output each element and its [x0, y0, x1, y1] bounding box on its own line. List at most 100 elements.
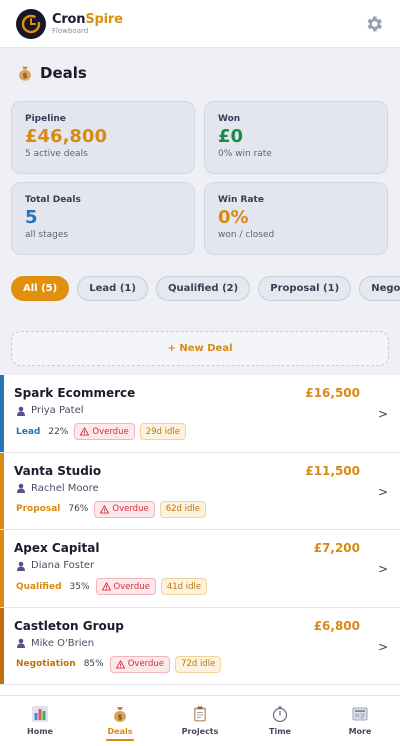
- nav-home[interactable]: Home: [0, 696, 80, 746]
- filter-chip-all[interactable]: All (5): [11, 276, 70, 301]
- nav-projects[interactable]: Projects: [160, 696, 240, 746]
- stage-color-bar: [0, 530, 4, 607]
- stat-label: Win Rate: [218, 195, 264, 205]
- clipboard-icon: [194, 706, 206, 722]
- stat-card-pipeline: Pipeline £46,800 5 active deals: [11, 101, 195, 174]
- stat-card-won: Won £0 0% win rate: [204, 101, 388, 174]
- deal-row[interactable]: Vanta Studio £11,500 Rachel Moore Propos…: [0, 452, 400, 530]
- chevron-right-icon[interactable]: >: [378, 407, 388, 421]
- filter-chip-proposal[interactable]: Proposal (1): [258, 276, 352, 301]
- app-logo[interactable]: [16, 8, 46, 39]
- filter-chip-lead[interactable]: Lead (1): [77, 276, 148, 301]
- new-deal-button[interactable]: + New Deal: [11, 331, 389, 366]
- filter-chip-negotiation[interactable]: Negotiation (1): [359, 276, 400, 301]
- deal-name: Spark Ecommerce: [14, 386, 136, 400]
- stat-label: Won: [218, 114, 241, 124]
- deal-row[interactable]: Apex Capital £7,200 Diana Foster Qualifi…: [0, 530, 400, 608]
- idle-badge: 29d idle: [139, 423, 186, 440]
- deal-stage: Proposal: [16, 504, 61, 514]
- deal-amount: £16,500: [305, 386, 360, 400]
- deal-meta: Negotiation 85% Overdue 72d idle: [16, 655, 226, 673]
- deal-name: Vanta Studio: [14, 463, 102, 478]
- person-icon: [17, 406, 25, 416]
- deal-meta: Lead 22% Overdue 29d idle: [16, 423, 191, 440]
- warning-icon: [115, 659, 125, 669]
- bottom-nav: Home $ Deals Projects Time More: [0, 695, 400, 746]
- deal-meta: Qualified 35% Overdue 41d idle: [16, 578, 212, 595]
- money-bag-icon: $: [19, 66, 31, 81]
- stage-color-bar: [0, 452, 4, 529]
- deal-list: Spark Ecommerce £16,500 Priya Patel Lead…: [0, 375, 400, 695]
- bar-chart-icon: [32, 706, 48, 722]
- nav-time[interactable]: Time: [240, 696, 320, 746]
- svg-text:$: $: [22, 71, 27, 80]
- stopwatch-icon: [272, 706, 288, 723]
- stage-color-bar: [0, 607, 4, 684]
- owner-name: Priya Patel: [31, 405, 84, 416]
- nav-label: More: [348, 727, 372, 736]
- deal-owner: Diana Foster: [16, 560, 94, 571]
- owner-name: Mike O'Brien: [31, 637, 95, 649]
- stat-value: £46,800: [25, 126, 107, 147]
- deal-name: Apex Capital: [14, 541, 100, 555]
- chevron-right-icon[interactable]: >: [378, 562, 388, 576]
- deal-probability: 85%: [83, 659, 104, 669]
- owner-name: Rachel Moore: [31, 482, 99, 494]
- stat-sub: won / closed: [218, 230, 275, 240]
- nav-label: Deals: [107, 727, 133, 736]
- stat-label: Total Deals: [25, 195, 81, 205]
- chevron-right-icon[interactable]: >: [378, 640, 388, 654]
- stage-filter-bar: All (5) Lead (1) Qualified (2) Proposal …: [11, 276, 400, 302]
- app-subtitle: Flowboard: [52, 26, 89, 35]
- overdue-badge: Overdue: [94, 500, 155, 518]
- chevron-right-icon[interactable]: >: [378, 485, 388, 499]
- deal-stage: Negotiation: [16, 659, 76, 669]
- deal-owner: Rachel Moore: [16, 483, 99, 494]
- stat-sub: all stages: [25, 230, 69, 240]
- deal-amount: £7,200: [313, 541, 360, 555]
- warning-icon: [100, 504, 110, 514]
- deal-name: Castleton Group: [14, 618, 124, 633]
- overdue-badge: Overdue: [109, 655, 171, 673]
- filter-chip-qualified[interactable]: Qualified (2): [156, 276, 251, 301]
- page-title: $ Deals: [16, 64, 87, 82]
- app-brand: CronSpire Flowboard: [52, 13, 123, 35]
- logo-clock-icon: [21, 14, 41, 33]
- settings-gear-icon[interactable]: [364, 14, 384, 34]
- deal-probability: 76%: [68, 504, 89, 514]
- deal-owner: Priya Patel: [16, 405, 84, 416]
- stat-card-win-rate: Win Rate 0% won / closed: [204, 182, 388, 255]
- deal-row[interactable]: Castleton Group £6,800 Mike O'Brien Nego…: [0, 607, 400, 685]
- page-heading: Deals: [40, 64, 87, 82]
- nav-deals[interactable]: $ Deals: [80, 696, 160, 746]
- idle-badge: 62d idle: [159, 500, 206, 518]
- deal-meta: Proposal 76% Overdue 62d idle: [16, 500, 211, 518]
- nav-more[interactable]: More: [320, 696, 400, 746]
- deal-probability: 22%: [48, 426, 69, 437]
- nav-label: Projects: [181, 727, 219, 736]
- warning-icon: [80, 427, 90, 436]
- deal-probability: 35%: [69, 581, 90, 592]
- person-icon: [17, 561, 25, 571]
- stat-label: Pipeline: [25, 114, 66, 124]
- deal-amount: £11,500: [305, 463, 360, 478]
- overdue-badge: Overdue: [74, 423, 135, 440]
- nav-label: Home: [27, 727, 53, 736]
- deal-stage: Qualified: [16, 581, 62, 592]
- svg-text:$: $: [118, 714, 123, 722]
- stat-sub: 5 active deals: [25, 149, 88, 159]
- warning-icon: [101, 582, 111, 591]
- stat-card-total-deals: Total Deals 5 all stages: [11, 182, 195, 255]
- overdue-badge: Overdue: [95, 578, 156, 595]
- app-header: CronSpire Flowboard: [0, 0, 400, 48]
- idle-badge: 41d idle: [160, 578, 208, 595]
- person-icon: [17, 638, 25, 648]
- money-bag-icon: $: [114, 707, 126, 722]
- newspaper-icon: [352, 707, 368, 721]
- deal-stage: Lead: [16, 426, 41, 437]
- nav-label: Time: [269, 727, 291, 736]
- stat-sub: 0% win rate: [218, 149, 272, 159]
- deal-row[interactable]: Spark Ecommerce £16,500 Priya Patel Lead…: [0, 375, 400, 453]
- idle-badge: 72d idle: [175, 655, 222, 673]
- deal-owner: Mike O'Brien: [16, 638, 94, 649]
